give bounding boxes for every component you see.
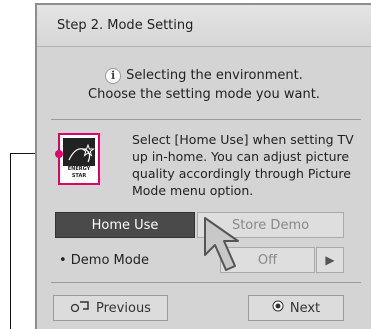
info-line-2: Choose the setting mode you want. [88,87,320,102]
divider-top [51,119,361,120]
energy-star-logo: ENERGY STAR [58,133,100,185]
info-message: i Selecting the environment. Choose the … [37,66,371,104]
mode-description: Select [Home Use] when setting TV up in-… [132,132,354,198]
previous-button[interactable]: Previous [53,295,168,321]
home-use-button[interactable]: Home Use [55,212,195,238]
pointer-cursor-icon [204,217,239,271]
mode-setting-dialog: Step 2. Mode Setting i Selecting the env… [35,3,371,329]
divider-bottom [51,282,361,283]
arrow-right-icon[interactable]: ▶ [316,247,344,273]
previous-label: Previous [96,300,151,316]
next-button[interactable]: Next [248,295,344,321]
next-label: Next [289,300,321,316]
dialog-title: Step 2. Mode Setting [57,18,194,33]
info-icon: i [105,67,122,84]
callout-line-vertical [10,153,11,329]
previous-icon [70,300,90,316]
demo-mode-label: • Demo Mode [59,253,149,268]
info-line-1: Selecting the environment. [126,68,303,83]
radio-dot-icon [272,300,284,316]
dialog-title-bar: Step 2. Mode Setting [37,5,371,47]
energy-star-label: ENERGY STAR [63,165,95,180]
callout-dot [55,150,63,158]
